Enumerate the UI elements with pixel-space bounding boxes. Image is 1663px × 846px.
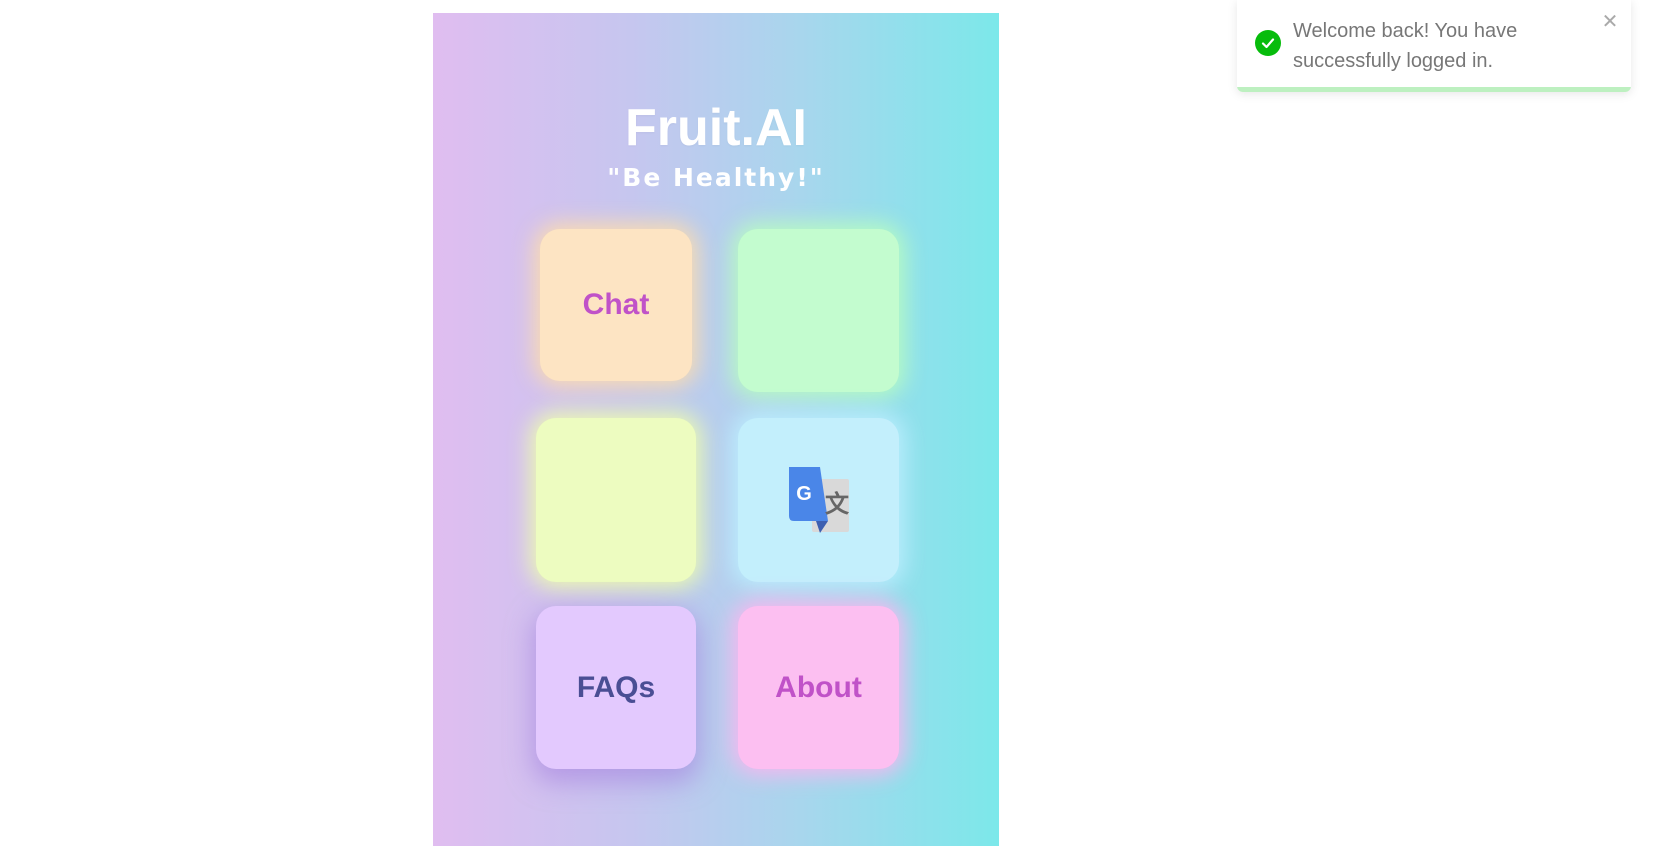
app-tagline: "Be Healthy!" <box>607 163 825 192</box>
app-container: Fruit.AI "Be Healthy!" Chat G 文 FAQs Abo… <box>433 13 999 846</box>
close-icon[interactable]: ✕ <box>1601 11 1619 31</box>
about-tile[interactable]: About <box>738 606 899 769</box>
faqs-tile[interactable]: FAQs <box>536 606 696 769</box>
svg-text:文: 文 <box>825 490 850 518</box>
translate-tile[interactable]: G 文 <box>738 418 899 582</box>
chat-tile[interactable]: Chat <box>540 229 692 381</box>
svg-text:G: G <box>796 483 812 505</box>
google-translate-icon: G 文 <box>788 467 850 533</box>
page: Fruit.AI "Be Healthy!" Chat G 文 FAQs Abo… <box>0 0 1663 846</box>
green-tile[interactable] <box>738 229 899 392</box>
faqs-tile-label: FAQs <box>576 670 656 704</box>
lime-tile[interactable] <box>536 418 696 582</box>
toast-progress-bar <box>1237 87 1631 92</box>
about-tile-label: About <box>775 670 862 704</box>
check-circle-icon <box>1255 30 1281 56</box>
login-toast: Welcome back! You have successfully logg… <box>1237 0 1631 92</box>
app-title: Fruit.AI <box>625 99 807 157</box>
toast-message: Welcome back! You have successfully logg… <box>1293 20 1518 72</box>
chat-tile-label: Chat <box>582 288 650 321</box>
